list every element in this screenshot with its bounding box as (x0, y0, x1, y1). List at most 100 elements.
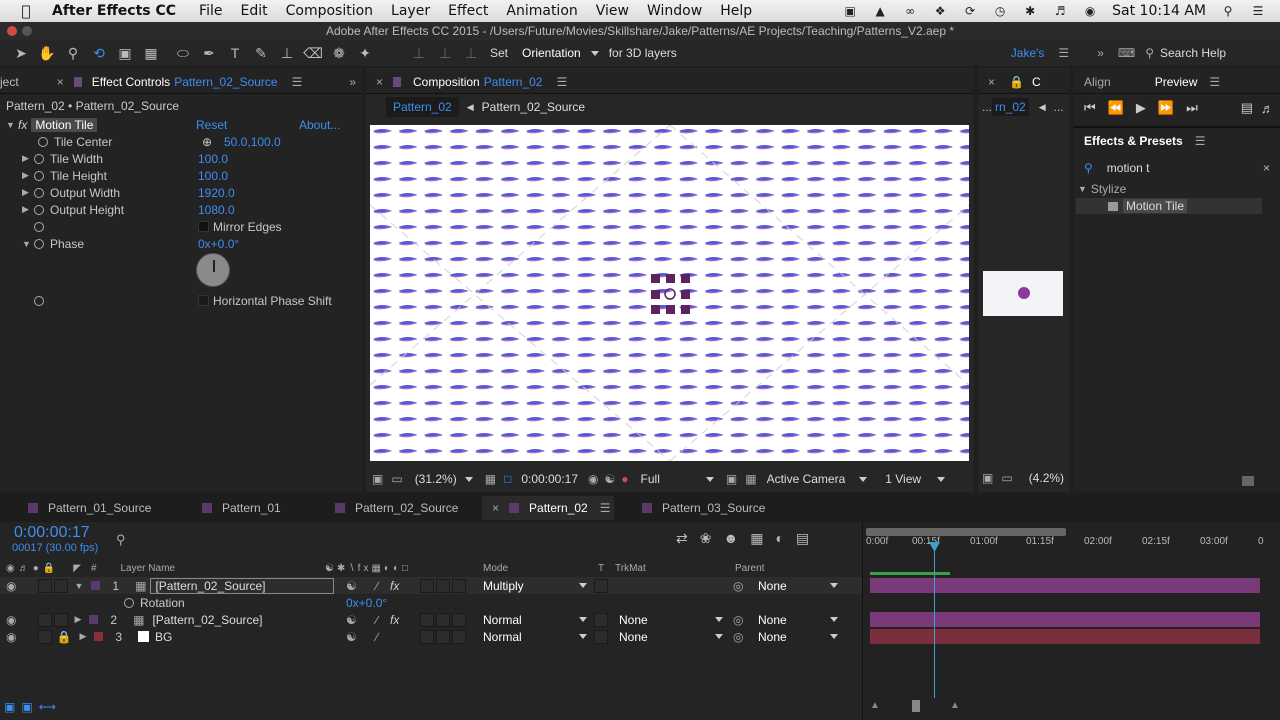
category-stylize[interactable]: ▼ Stylize (1078, 182, 1126, 196)
dropbox-icon[interactable]: ❖ (932, 4, 948, 18)
stopwatch-icon[interactable] (34, 221, 44, 232)
panel-menu-icon[interactable]: ☰ (556, 75, 567, 89)
close-icon[interactable]: × (376, 75, 383, 89)
pickwhip-icon[interactable]: ◎ (733, 613, 743, 627)
zoom-dropdown[interactable]: (31.2%) (415, 472, 473, 486)
switch-box[interactable] (436, 629, 450, 644)
composition-tab-target[interactable]: Pattern_02 (484, 75, 543, 89)
layer-name[interactable]: [Pattern_02_Source] (148, 613, 266, 627)
layer-bar-2[interactable] (870, 612, 1260, 627)
lock-toggle[interactable] (54, 578, 69, 593)
drive-icon[interactable]: ▲ (872, 4, 888, 18)
new-folder-icon[interactable] (1242, 476, 1254, 486)
workspace-menu-icon[interactable]: ☰ (1058, 46, 1069, 60)
layer-bar-1[interactable] (870, 578, 1260, 593)
toggle-switches-icon[interactable]: ▣ (4, 700, 15, 714)
type-tool-icon[interactable]: T (222, 41, 248, 65)
expand-triangle-icon[interactable]: ▶ (22, 187, 34, 198)
project-tab-stub[interactable]: ject (0, 75, 19, 89)
camera-icon[interactable]: ▣ (842, 4, 858, 18)
tile-height-value[interactable]: 100.0 (198, 169, 228, 183)
rotation-value[interactable]: 0x+0.0° (346, 596, 387, 610)
world-axis-icon[interactable]: ⊥ (432, 41, 458, 65)
tab-pattern-02[interactable]: × Pattern_02 ☰ (482, 496, 614, 520)
camera-tool-icon[interactable]: ▣ (112, 41, 138, 65)
resolution-dropdown[interactable]: Full (641, 472, 714, 486)
close-icon[interactable]: × (988, 75, 995, 89)
first-frame-icon[interactable]: ⏮ (1084, 100, 1096, 116)
menu-view[interactable]: View (587, 3, 638, 19)
layer-row-2[interactable]: ◉ ▶ 2 ▦ [Pattern_02_Source] ☯ ∕ fx Norma… (0, 611, 862, 628)
comp-nav-next[interactable]: Pattern_02_Source (482, 100, 585, 114)
motion-blur-icon[interactable]: ◐ (775, 530, 783, 547)
monitor-icon[interactable]: ▭ (391, 472, 402, 486)
col-parent[interactable]: Parent (735, 563, 764, 574)
effect-result-item[interactable]: Motion Tile (1076, 198, 1262, 214)
creative-cloud-icon[interactable]: ∞ (902, 4, 918, 18)
col-layer-name[interactable]: Layer Name (121, 563, 175, 574)
close-window-icon[interactable] (7, 26, 17, 36)
composition-viewer[interactable] (370, 125, 969, 461)
stopwatch-icon[interactable] (34, 295, 44, 306)
fx-icon[interactable]: fx (18, 118, 27, 132)
notification-center-icon[interactable]: ☰ (1250, 4, 1266, 18)
mini-nav-active[interactable]: rn_02 (992, 98, 1029, 116)
lock-icon[interactable] (393, 76, 402, 87)
rotation-tool-icon[interactable]: ⟲ (86, 41, 112, 65)
mini-tab-label[interactable]: C (1032, 75, 1041, 89)
toggle-in-out-icon[interactable]: ⟷ (39, 700, 56, 714)
phase-dial[interactable] (196, 253, 230, 287)
output-width-value[interactable]: 1920.0 (198, 186, 235, 200)
menu-effect[interactable]: Effect (439, 3, 497, 19)
mini-comp-viewer[interactable] (983, 271, 1063, 316)
switch-box[interactable] (420, 612, 434, 627)
app-name[interactable]: After Effects CC (52, 3, 190, 19)
switch-box[interactable] (436, 612, 450, 627)
mask-visibility-icon[interactable]: □ (504, 472, 511, 486)
preserve-transparency-toggle[interactable] (594, 612, 608, 627)
eye-icon[interactable]: ◉ (6, 579, 16, 593)
checkbox[interactable] (198, 221, 209, 232)
switch-box[interactable] (452, 578, 466, 593)
parent-dropdown[interactable]: None (758, 579, 838, 593)
tab-pattern-02-source[interactable]: Pattern_02_Source (335, 496, 458, 520)
zoom-handle[interactable] (912, 700, 920, 712)
rotation-property-row[interactable]: Rotation 0x+0.0° (0, 594, 862, 611)
menu-file[interactable]: File (190, 3, 231, 19)
always-preview-icon[interactable]: ▣ (982, 471, 993, 485)
panel-menu-icon[interactable]: ☰ (1195, 134, 1206, 148)
panel-menu-icon[interactable]: ☰ (600, 501, 611, 515)
menu-composition[interactable]: Composition (277, 3, 382, 19)
expand-triangle-icon[interactable]: ▼ (6, 120, 18, 130)
last-frame-icon[interactable]: ⏭ (1186, 100, 1198, 116)
pickwhip-icon[interactable]: ◎ (733, 630, 743, 644)
expand-triangle-icon[interactable]: ▶ (22, 153, 34, 164)
layer-name[interactable]: BG (155, 630, 172, 644)
expand-triangle-icon[interactable]: ▼ (22, 239, 34, 249)
lock-icon[interactable] (73, 76, 82, 87)
solo-toggle[interactable] (38, 612, 53, 627)
panel-menu-icon[interactable]: ☰ (292, 75, 303, 89)
monitor-icon[interactable]: ▭ (1001, 471, 1012, 485)
phase-value[interactable]: 0x+0.0° (198, 237, 239, 251)
checkbox[interactable] (198, 295, 209, 306)
channel-icon[interactable]: ● (621, 472, 628, 486)
shape-tool-icon[interactable]: ⬭ (170, 41, 196, 65)
reset-link[interactable]: Reset (196, 118, 227, 132)
expand-triangle-icon[interactable]: ▼ (74, 581, 83, 591)
crosshair-icon[interactable]: ⊕ (202, 135, 212, 149)
tab-pattern-03-source[interactable]: Pattern_03_Source (642, 496, 765, 520)
eye-icon[interactable]: ◉ (6, 630, 16, 644)
search-icon[interactable]: ⚲ (116, 532, 126, 548)
tab-pattern-01[interactable]: Pattern_01 (202, 496, 281, 520)
overflow-icon[interactable]: » (1097, 46, 1104, 60)
tile-center-value[interactable]: 50.0,100.0 (224, 135, 281, 149)
parent-dropdown[interactable]: None (758, 613, 838, 627)
view-layout-dropdown[interactable]: 1 View (885, 472, 946, 486)
menu-window[interactable]: Window (638, 3, 711, 19)
quality-switch-icon[interactable]: ∕ (376, 630, 378, 644)
mode-dropdown[interactable]: Normal (483, 613, 587, 627)
menu-help[interactable]: Help (711, 3, 761, 19)
layer-name[interactable]: [Pattern_02_Source] (150, 577, 335, 594)
volume-icon[interactable]: ♬ (1052, 4, 1068, 18)
